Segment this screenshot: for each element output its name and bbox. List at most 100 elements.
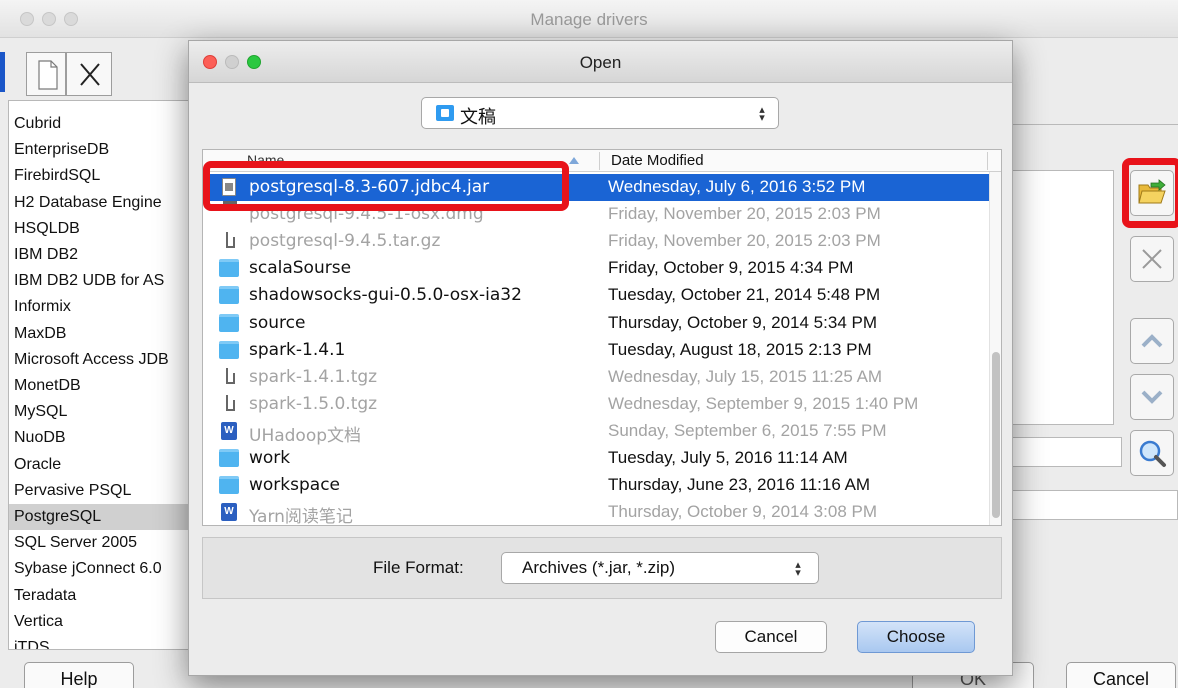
choose-button[interactable]: Choose — [857, 621, 975, 653]
file-date-modified: Friday, October 9, 2015 4:34 PM — [608, 258, 854, 278]
file-name: spark-1.4.1.tgz — [249, 366, 378, 387]
driver-class-field[interactable] — [1010, 437, 1122, 467]
move-down-button[interactable] — [1130, 374, 1174, 420]
file-date-modified: Tuesday, July 5, 2016 11:14 AM — [608, 448, 848, 467]
file-row[interactable]: work Tuesday, July 5, 2016 11:14 AM — [203, 445, 989, 472]
driver-list-item[interactable]: Teradata — [14, 583, 76, 609]
file-row[interactable]: workspace Thursday, June 23, 2016 11:16 A… — [203, 472, 989, 499]
open-dialog: Open 文稿 ▴ ▾ Name Date Modified postgresql… — [188, 40, 1013, 676]
file-name: postgresql-9.4.5.tar.gz — [249, 231, 441, 252]
column-divider — [599, 152, 600, 170]
file-row[interactable]: spark-1.5.0.tgz Wednesday, September 9, 2… — [203, 391, 989, 418]
new-document-icon — [38, 60, 58, 90]
driver-list-item[interactable]: FirebirdSQL — [14, 163, 100, 189]
driver-list-item[interactable]: MySQL — [14, 399, 67, 425]
dialog-cancel-button[interactable]: Cancel — [715, 621, 827, 653]
sort-ascending-icon — [569, 157, 579, 164]
driver-list-item[interactable]: Sybase jConnect 6.0 — [14, 556, 162, 582]
file-row[interactable]: W Yarn阅读笔记 Thursday, October 9, 2014 3:08 … — [203, 499, 989, 526]
vertical-scrollbar[interactable] — [989, 172, 1001, 525]
driver-list-item[interactable]: SQL Server 2005 — [14, 530, 137, 556]
driver-list-item[interactable]: H2 Database Engine — [14, 190, 162, 216]
driver-list-item[interactable]: Vertica — [14, 609, 63, 635]
file-format-label: File Format: — [373, 558, 464, 577]
divider — [1010, 124, 1178, 125]
window-title: Manage drivers — [530, 10, 648, 29]
driver-url-field[interactable] — [1010, 490, 1178, 520]
driver-list-item[interactable]: Cubrid — [14, 111, 61, 137]
cancel-button[interactable]: Cancel — [1066, 662, 1176, 688]
file-name: shadowsocks-gui-0.5.0-osx-ia32 — [249, 285, 522, 306]
file-name: scalaSourse — [249, 258, 352, 279]
driver-list-item[interactable]: jTDS — [14, 635, 50, 649]
delete-driver-button[interactable] — [66, 52, 112, 96]
driver-list-item[interactable]: IBM DB2 — [14, 242, 78, 268]
word-doc-icon: W — [221, 503, 237, 522]
remove-driver-file-button[interactable] — [1130, 236, 1174, 282]
location-popup[interactable]: 文稿 ▴ ▾ — [421, 97, 779, 129]
driver-list-item[interactable]: IBM DB2 UDB for AS — [14, 268, 164, 294]
driver-list-item[interactable]: Microsoft Access JDB — [14, 347, 169, 373]
file-date-modified: Wednesday, July 6, 2016 3:52 PM — [608, 177, 866, 196]
driver-list-item[interactable]: Informix — [14, 294, 71, 320]
file-row[interactable]: shadowsocks-gui-0.5.0-osx-ia32 Tuesday, O… — [203, 282, 989, 309]
file-date-modified: Tuesday, August 18, 2015 2:13 PM — [608, 339, 872, 359]
file-date-modified: Thursday, June 23, 2016 11:16 AM — [608, 475, 871, 495]
help-button[interactable]: Help — [24, 662, 134, 688]
find-driver-class-button[interactable] — [1130, 430, 1174, 476]
file-date-modified: Thursday, October 9, 2014 3:08 PM — [608, 502, 877, 522]
manage-drivers-titlebar: Manage drivers — [0, 0, 1178, 38]
file-row[interactable]: source Thursday, October 9, 2014 5:34 PM — [203, 310, 989, 337]
location-label: 文稿 — [460, 107, 496, 128]
file-name: Yarn阅读笔记 — [249, 507, 353, 526]
driver-files-list[interactable] — [1010, 170, 1114, 425]
file-row[interactable]: spark-1.4.1.tgz Wednesday, July 15, 2015 … — [203, 364, 989, 391]
file-name: work — [249, 448, 291, 468]
driver-list-item[interactable]: NuoDB — [14, 425, 66, 451]
driver-list-item[interactable]: EnterpriseDB — [14, 137, 109, 163]
file-row[interactable]: spark-1.4.1 Tuesday, August 18, 2015 2:13… — [203, 337, 989, 364]
file-name: spark-1.4.1 — [249, 339, 346, 360]
file-date-modified: Wednesday, July 15, 2015 11:25 AM — [608, 366, 883, 386]
folder-icon — [219, 449, 239, 467]
driver-list-item[interactable]: MaxDB — [14, 321, 66, 347]
chevron-down-icon — [1141, 390, 1163, 404]
dialog-title: Open — [579, 53, 622, 72]
file-name: spark-1.5.0.tgz — [249, 393, 378, 414]
archive-icon — [223, 394, 237, 413]
file-name: workspace — [249, 475, 341, 496]
file-format-value: Archives (*.jar, *.zip) — [522, 558, 676, 577]
stepper-icon: ▴ ▾ — [795, 559, 801, 579]
focus-accent — [0, 52, 5, 92]
search-icon — [1139, 440, 1166, 467]
file-row[interactable]: W UHadoop文档 Sunday, September 6, 2015 7:55… — [203, 418, 989, 446]
file-date-modified: Tuesday, October 21, 2014 5:48 PM — [608, 285, 881, 305]
word-doc-icon: W — [221, 421, 237, 440]
scrollbar-thumb[interactable] — [992, 352, 1000, 518]
chevron-up-icon — [1141, 334, 1163, 348]
file-format-select[interactable]: Archives (*.jar, *.zip) ▴ ▾ — [501, 552, 819, 584]
close-icon — [80, 63, 100, 86]
file-date-modified: Friday, November 20, 2015 2:03 PM — [608, 204, 881, 224]
driver-list-item[interactable]: Pervasive PSQL — [14, 478, 131, 504]
date-modified-column-header[interactable]: Date Modified — [611, 152, 704, 169]
move-up-button[interactable] — [1130, 318, 1174, 364]
new-driver-button[interactable] — [26, 52, 66, 96]
highlight-box — [203, 161, 569, 211]
driver-list-item[interactable]: HSQLDB — [14, 216, 80, 242]
driver-list-item[interactable]: Oracle — [14, 452, 61, 478]
dialog-titlebar: Open — [189, 41, 1012, 83]
folder-icon — [219, 476, 239, 495]
folder-icon — [219, 340, 239, 359]
file-rows: postgresql-8.3-607.jdbc4.jar Wednesday, J… — [203, 172, 989, 525]
file-row[interactable]: scalaSourse Friday, October 9, 2015 4:34 … — [203, 255, 989, 282]
driver-list-item[interactable]: MonetDB — [14, 373, 81, 399]
folder-icon — [219, 313, 239, 332]
file-row[interactable]: postgresql-9.4.5.tar.gz Friday, November … — [203, 228, 989, 255]
column-divider — [987, 152, 988, 170]
file-date-modified: Wednesday, September 9, 2015 1:40 PM — [608, 393, 919, 413]
file-date-modified: Sunday, September 6, 2015 7:55 PM — [608, 420, 887, 440]
documents-folder-icon — [436, 105, 454, 121]
file-format-panel: File Format: Archives (*.jar, *.zip) ▴ ▾ — [202, 537, 1002, 599]
archive-icon — [223, 367, 237, 386]
